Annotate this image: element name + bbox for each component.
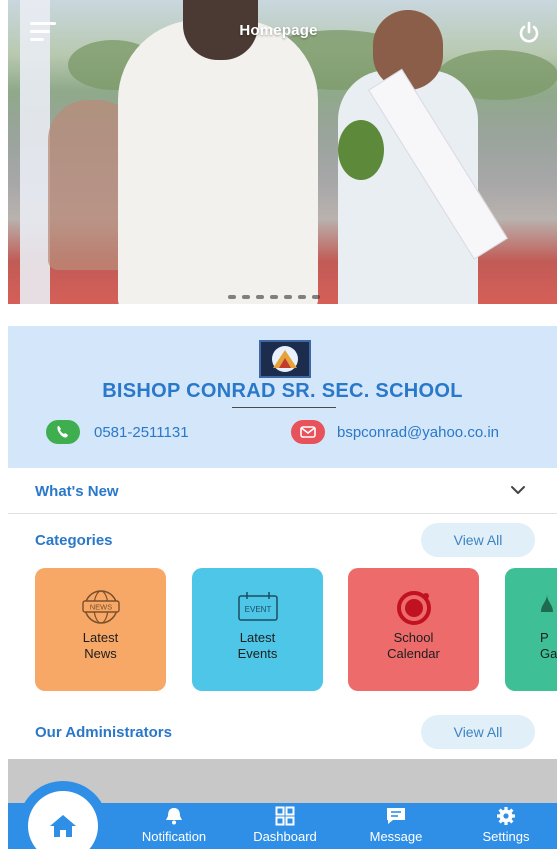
nav-message[interactable]: Message xyxy=(351,805,441,849)
phone-number[interactable]: 0581-2511131 xyxy=(94,424,189,441)
whats-new-toggle[interactable]: What's New xyxy=(8,470,557,512)
dashboard-icon xyxy=(275,806,295,826)
nav-dashboard[interactable]: Dashboard xyxy=(240,805,330,849)
message-icon xyxy=(387,808,405,824)
divider xyxy=(8,513,557,514)
news-icon: NEWS xyxy=(81,590,120,624)
title-underline xyxy=(232,407,336,408)
nav-label: Message xyxy=(369,829,423,844)
administrators-view-all-button[interactable]: View All xyxy=(421,715,535,749)
school-name: BISHOP CONRAD SR. SEC. SCHOOL xyxy=(102,380,463,402)
mail-icon xyxy=(291,420,325,444)
category-latest-news[interactable]: NEWS Latest News xyxy=(35,568,166,691)
svg-text:NEWS: NEWS xyxy=(89,603,112,612)
whats-new-label: What's New xyxy=(35,483,119,500)
page-title: Homepage xyxy=(239,22,318,39)
administrators-title: Our Administrators xyxy=(35,724,172,741)
categories-view-all-button[interactable]: View All xyxy=(421,523,535,557)
bell-icon xyxy=(166,808,182,825)
nav-label: Notification xyxy=(141,829,207,844)
category-photo-gallery[interactable]: P Ga xyxy=(505,568,557,691)
gallery-icon xyxy=(541,594,553,612)
category-latest-events[interactable]: EVENT Latest Events xyxy=(192,568,323,691)
school-info-card: BISHOP CONRAD SR. SEC. SCHOOL 0581-25111… xyxy=(8,326,557,468)
calendar-icon xyxy=(396,591,431,625)
category-label: Latest News xyxy=(82,630,119,661)
category-school-calendar[interactable]: School Calendar xyxy=(348,568,479,691)
email-address[interactable]: bspconrad@yahoo.co.in xyxy=(337,424,499,441)
svg-text:EVENT: EVENT xyxy=(244,605,271,614)
power-icon[interactable] xyxy=(516,20,542,46)
nav-settings[interactable]: Settings xyxy=(461,805,551,849)
school-logo xyxy=(259,340,311,378)
phone-icon xyxy=(46,420,80,444)
settings-icon xyxy=(497,807,515,825)
category-label: Latest Events xyxy=(237,630,278,661)
home-icon xyxy=(50,815,76,837)
carousel-indicator[interactable] xyxy=(228,295,320,299)
category-label: P Ga xyxy=(540,630,557,661)
categories-title: Categories xyxy=(35,532,113,549)
nav-label: Settings xyxy=(482,829,530,844)
nav-label: Dashboard xyxy=(253,829,317,844)
phone-contact[interactable]: 0581-2511131 xyxy=(46,420,189,444)
event-icon: EVENT xyxy=(237,592,278,621)
category-label: School Calendar xyxy=(387,630,440,661)
nav-notification[interactable]: Notification xyxy=(129,805,219,849)
app-header: Homepage xyxy=(0,0,557,64)
categories-carousel[interactable]: NEWS Latest News EVENT Latest Events Sch… xyxy=(35,568,557,692)
chevron-down-icon xyxy=(511,486,525,494)
email-contact[interactable]: bspconrad@yahoo.co.in xyxy=(291,420,499,444)
